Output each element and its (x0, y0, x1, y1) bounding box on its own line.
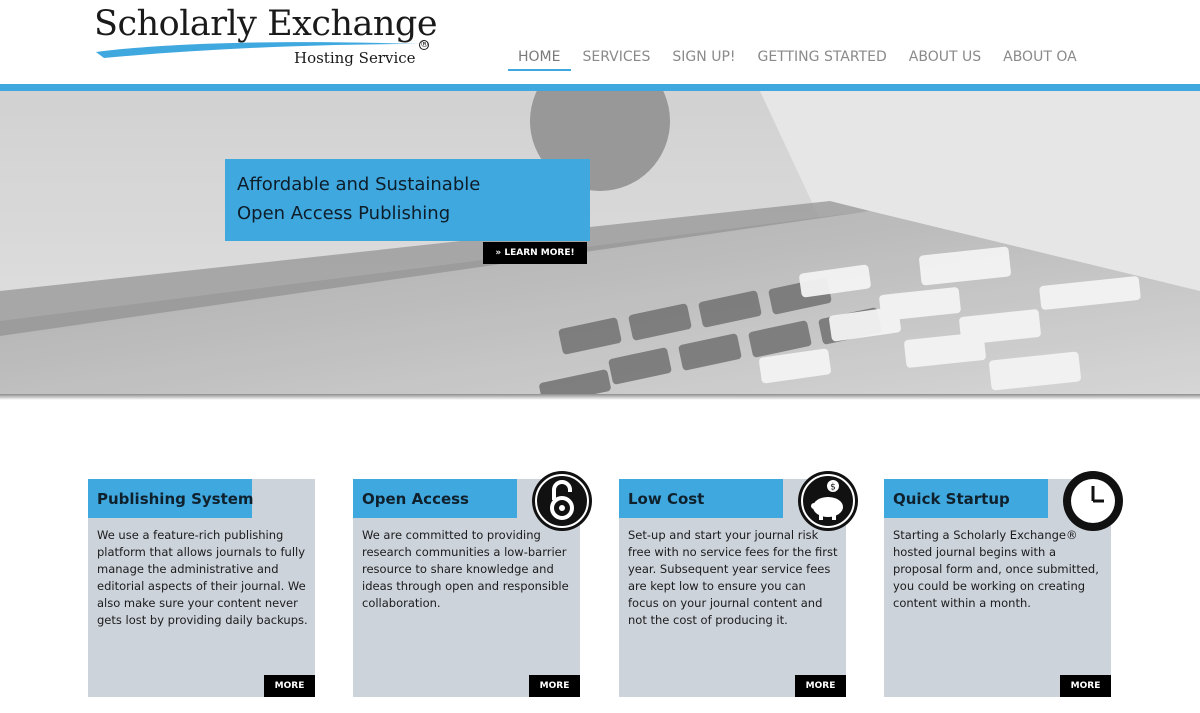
hero-banner: Affordable and Sustainable Open Access P… (0, 91, 1200, 394)
hero-headline-box: Affordable and Sustainable Open Access P… (225, 159, 590, 241)
nav-about-oa[interactable]: ABOUT OA (992, 47, 1088, 71)
nav-about-us[interactable]: ABOUT US (898, 47, 992, 71)
card-header: Publishing System (88, 479, 254, 518)
laptop-background-image (0, 91, 1200, 394)
card-title: Low Cost (628, 490, 705, 508)
nav-sign-up[interactable]: SIGN UP! (661, 47, 746, 71)
more-button[interactable]: MORE (264, 675, 315, 697)
card-open-access: Open Access We are committed to providin… (353, 471, 592, 697)
hero-shadow (0, 394, 1200, 400)
svg-text:$: $ (830, 483, 836, 493)
card-title: Publishing System (97, 490, 254, 508)
card-publishing-system: Publishing System We use a feature-rich … (88, 479, 315, 697)
more-button[interactable]: MORE (795, 675, 846, 697)
card-quick-startup: Quick Startup Starting a Scholarly Excha… (884, 471, 1123, 697)
site-logo[interactable]: Scholarly Exchange Hosting Service ® (94, 2, 439, 72)
card-text: Set-up and start your journal risk free … (628, 528, 838, 627)
card-text: We are committed to providing research c… (362, 528, 569, 610)
learn-more-button[interactable]: » LEARN MORE! (483, 242, 587, 264)
card-title: Open Access (362, 490, 469, 508)
nav-services[interactable]: SERVICES (571, 47, 661, 71)
hero-title: Affordable and Sustainable (237, 174, 481, 195)
card-low-cost: Low Cost $ Set-up and start your journal… (619, 471, 858, 697)
nav-getting-started[interactable]: GETTING STARTED (747, 47, 898, 71)
logo-subtitle: Hosting Service (294, 49, 416, 67)
card-header: Quick Startup (884, 479, 1048, 518)
more-button[interactable]: MORE (1060, 675, 1111, 697)
main-nav: HOME SERVICES SIGN UP! GETTING STARTED A… (508, 47, 1088, 71)
nav-home[interactable]: HOME (508, 47, 572, 71)
registered-mark: ® (419, 40, 429, 50)
open-access-lock-icon (532, 471, 592, 531)
more-button[interactable]: MORE (529, 675, 580, 697)
card-text: Starting a Scholarly Exchange® hosted jo… (893, 528, 1099, 610)
header-accent-bar (0, 84, 1200, 91)
card-title: Quick Startup (893, 490, 1010, 508)
site-header: Scholarly Exchange Hosting Service ® HOM… (0, 0, 1200, 85)
piggy-bank-icon: $ (798, 471, 858, 531)
hero-subtitle: Open Access Publishing (237, 203, 451, 224)
card-header: Open Access (353, 479, 517, 518)
card-header: Low Cost (619, 479, 783, 518)
card-text: We use a feature-rich publishing platfor… (97, 528, 308, 627)
clock-icon (1063, 471, 1123, 531)
